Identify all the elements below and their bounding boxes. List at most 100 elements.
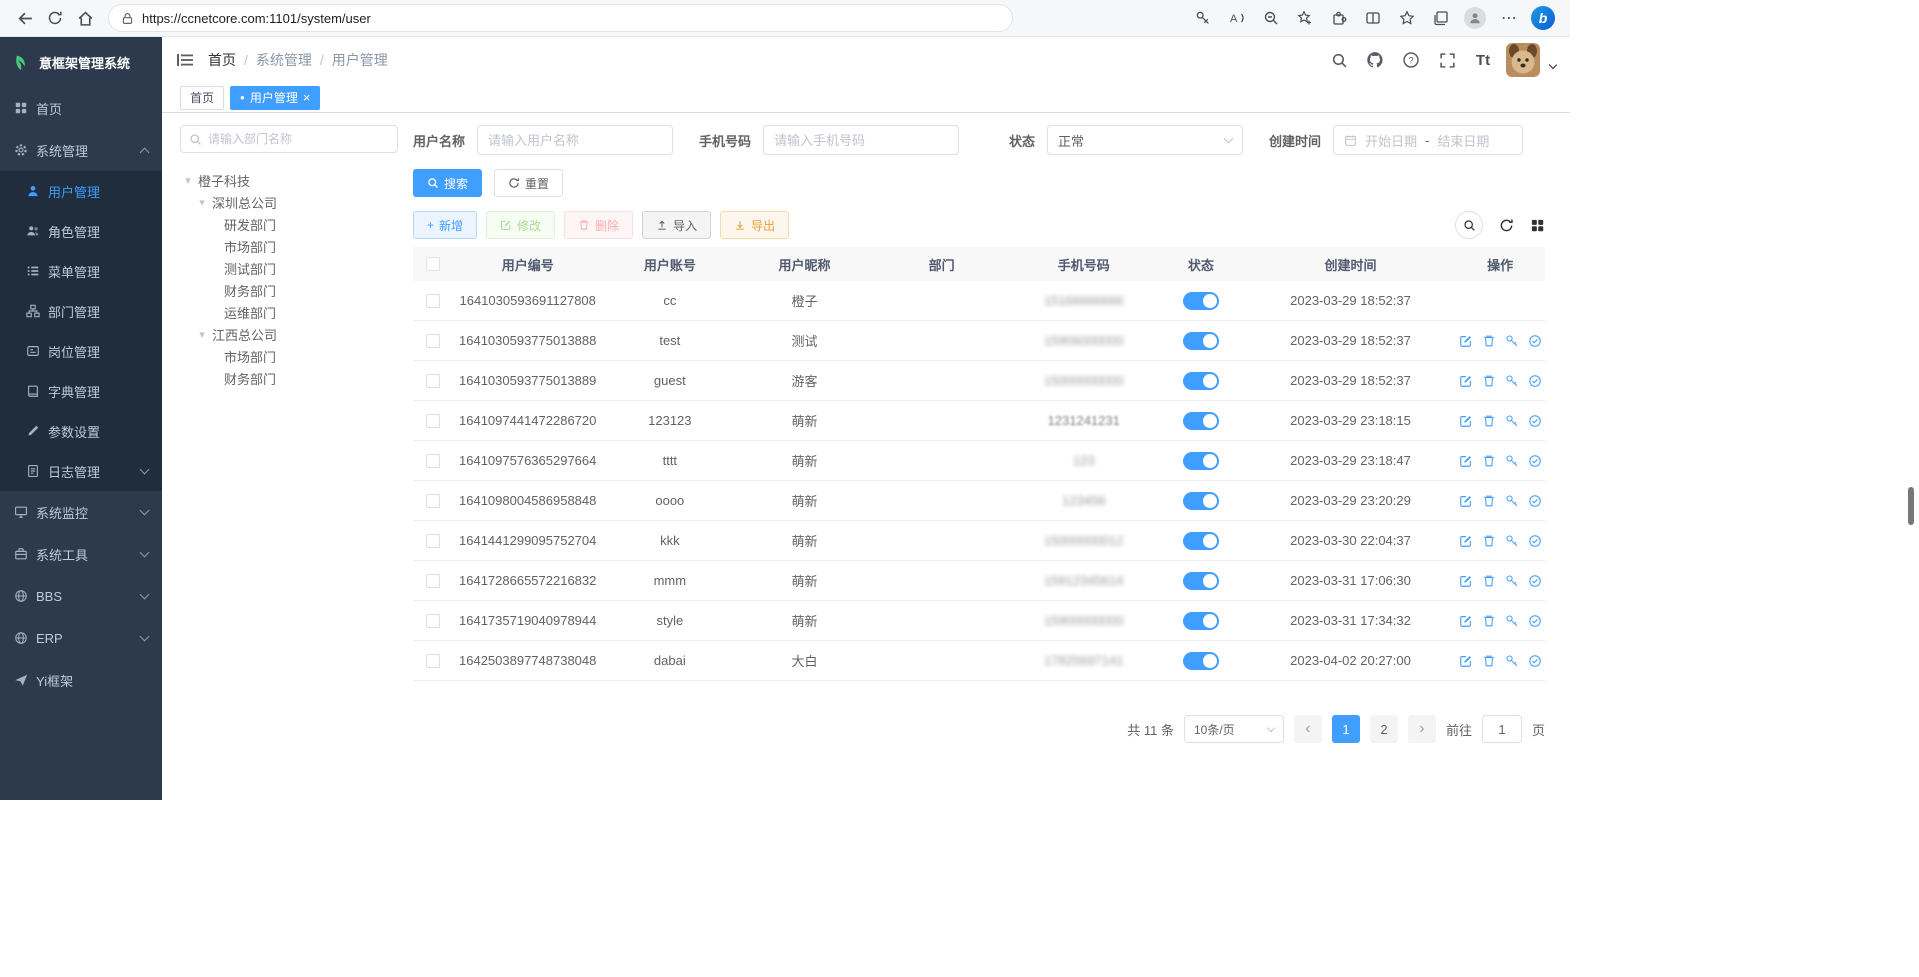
delete-button[interactable]: 删除 [564, 211, 633, 239]
search-icon[interactable] [1326, 47, 1352, 73]
scrollbar-thumb[interactable] [1908, 487, 1914, 525]
edit-row-icon[interactable] [1459, 494, 1473, 508]
add-button[interactable]: + 新增 [413, 211, 477, 239]
status-toggle[interactable] [1183, 572, 1219, 590]
tree-node[interactable]: 运维部门 [180, 301, 398, 323]
page-button-1[interactable]: 1 [1332, 715, 1360, 743]
row-checkbox[interactable] [426, 294, 440, 308]
edit-row-icon[interactable] [1459, 374, 1473, 388]
page-size-select[interactable]: 10条/页 [1184, 715, 1284, 743]
delete-row-icon[interactable] [1482, 454, 1496, 468]
fullscreen-icon[interactable] [1434, 47, 1460, 73]
row-checkbox[interactable] [426, 574, 440, 588]
edit-row-icon[interactable] [1459, 414, 1473, 428]
edit-row-icon[interactable] [1459, 614, 1473, 628]
more-icon[interactable]: ⋯ [1492, 4, 1526, 32]
split-screen-icon[interactable] [1356, 4, 1390, 32]
sidebar-item-tools[interactable]: 系统工具 [0, 533, 162, 575]
breadcrumb-home[interactable]: 首页 [208, 50, 236, 70]
caret-down-icon[interactable]: ▾ [182, 174, 194, 187]
tree-node[interactable]: ▾橙子科技 [180, 169, 398, 191]
sidebar-item-posts[interactable]: 岗位管理 [0, 331, 162, 371]
hamburger-icon[interactable] [176, 52, 194, 68]
delete-row-icon[interactable] [1482, 414, 1496, 428]
add-favorite-icon[interactable] [1288, 4, 1322, 32]
sidebar-item-monitor[interactable]: 系统监控 [0, 491, 162, 533]
reset-password-icon[interactable] [1505, 654, 1519, 668]
favorites-icon[interactable] [1390, 4, 1424, 32]
back-icon[interactable] [10, 4, 40, 32]
dept-search-input[interactable] [208, 132, 389, 146]
sidebar-item-bbs[interactable]: BBS [0, 575, 162, 617]
reset-password-icon[interactable] [1505, 414, 1519, 428]
read-aloud-icon[interactable]: A [1220, 4, 1254, 32]
select-all-checkbox[interactable] [426, 257, 440, 271]
edit-row-icon[interactable] [1459, 654, 1473, 668]
assign-role-icon[interactable] [1528, 614, 1542, 628]
delete-row-icon[interactable] [1482, 574, 1496, 588]
reset-password-icon[interactable] [1505, 494, 1519, 508]
goto-page-input[interactable] [1482, 715, 1522, 743]
status-toggle[interactable] [1183, 492, 1219, 510]
status-toggle[interactable] [1183, 612, 1219, 630]
user-avatar[interactable] [1506, 43, 1540, 77]
username-input[interactable] [477, 125, 673, 155]
row-checkbox[interactable] [426, 494, 440, 508]
reset-password-icon[interactable] [1505, 534, 1519, 548]
sidebar-item-yi[interactable]: Yi框架 [0, 659, 162, 701]
delete-row-icon[interactable] [1482, 374, 1496, 388]
reset-password-icon[interactable] [1505, 614, 1519, 628]
status-toggle[interactable] [1183, 452, 1219, 470]
bing-icon[interactable]: b [1526, 4, 1560, 32]
row-checkbox[interactable] [426, 414, 440, 428]
tab-users-active[interactable]: ● 用户管理 × [230, 86, 320, 110]
prev-page-button[interactable]: ‹ [1294, 715, 1322, 743]
edit-row-icon[interactable] [1459, 534, 1473, 548]
hide-search-icon[interactable] [1455, 211, 1483, 239]
sidebar-item-params[interactable]: 参数设置 [0, 411, 162, 451]
row-checkbox[interactable] [426, 334, 440, 348]
extensions-icon[interactable] [1322, 4, 1356, 32]
breadcrumb-system[interactable]: 系统管理 [256, 50, 312, 70]
search-button[interactable]: 搜索 [413, 169, 482, 197]
edit-row-icon[interactable] [1459, 334, 1473, 348]
tree-node[interactable]: 市场部门 [180, 235, 398, 257]
status-toggle[interactable] [1183, 332, 1219, 350]
columns-grid-icon[interactable] [1530, 218, 1545, 233]
tree-node[interactable]: 研发部门 [180, 213, 398, 235]
export-button[interactable]: 导出 [720, 211, 789, 239]
assign-role-icon[interactable] [1528, 454, 1542, 468]
sidebar-item-home[interactable]: 首页 [0, 87, 162, 129]
tab-home[interactable]: 首页 [180, 86, 224, 110]
date-range-picker[interactable]: 开始日期 - 结束日期 [1333, 125, 1523, 155]
page-button-2[interactable]: 2 [1370, 715, 1398, 743]
edit-row-icon[interactable] [1459, 574, 1473, 588]
reset-button[interactable]: 重置 [494, 169, 563, 197]
delete-row-icon[interactable] [1482, 534, 1496, 548]
reset-password-icon[interactable] [1505, 334, 1519, 348]
row-checkbox[interactable] [426, 654, 440, 668]
tree-node[interactable]: 财务部门 [180, 279, 398, 301]
tree-node[interactable]: 测试部门 [180, 257, 398, 279]
key-icon[interactable] [1186, 4, 1220, 32]
delete-row-icon[interactable] [1482, 334, 1496, 348]
reset-password-icon[interactable] [1505, 454, 1519, 468]
status-toggle[interactable] [1183, 532, 1219, 550]
reset-password-icon[interactable] [1505, 374, 1519, 388]
refresh-icon[interactable] [40, 4, 70, 32]
edit-row-icon[interactable] [1459, 454, 1473, 468]
font-size-icon[interactable]: Tt [1470, 47, 1496, 73]
sidebar-item-system[interactable]: 系统管理 [0, 129, 162, 171]
sidebar-item-logs[interactable]: 日志管理 [0, 451, 162, 491]
sidebar-item-menus[interactable]: 菜单管理 [0, 251, 162, 291]
sidebar-item-erp[interactable]: ERP [0, 617, 162, 659]
tree-node[interactable]: ▾江西总公司 [180, 323, 398, 345]
status-toggle[interactable] [1183, 292, 1219, 310]
import-button[interactable]: 导入 [642, 211, 711, 239]
modify-button[interactable]: 修改 [486, 211, 555, 239]
assign-role-icon[interactable] [1528, 414, 1542, 428]
tree-node[interactable]: ▾深圳总公司 [180, 191, 398, 213]
status-toggle[interactable] [1183, 412, 1219, 430]
github-icon[interactable] [1362, 47, 1388, 73]
tree-node[interactable]: 财务部门 [180, 367, 398, 389]
